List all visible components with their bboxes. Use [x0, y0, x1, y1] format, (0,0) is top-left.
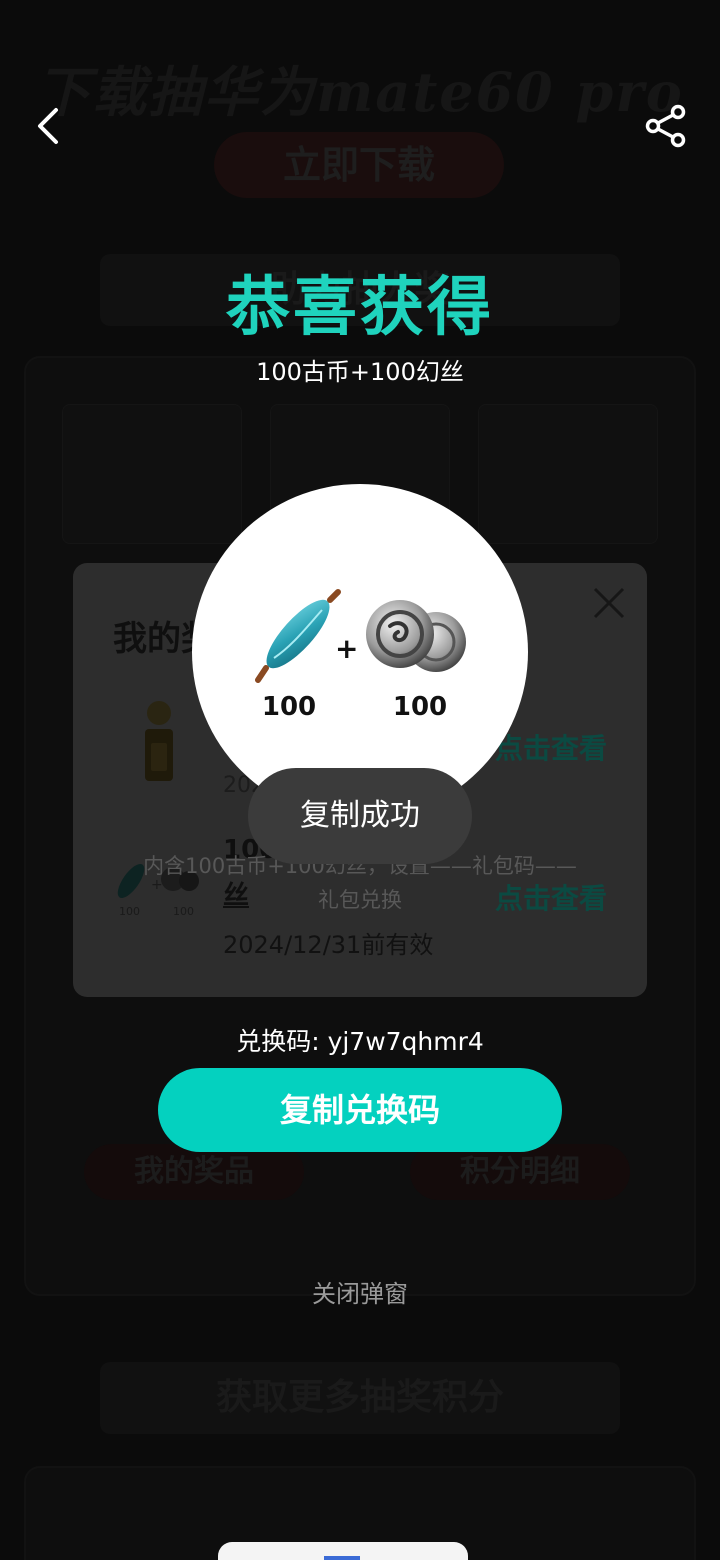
- reward-qty-silk: 100: [261, 692, 317, 722]
- sheet-handle: [324, 1556, 360, 1560]
- close-icon: [593, 587, 625, 619]
- copy-success-toast: 复制成功: [248, 768, 472, 864]
- bg-download-button: 立即下载: [214, 132, 504, 198]
- bg-prize-phone: [62, 404, 242, 544]
- bg-prize-headphones: [478, 404, 658, 544]
- coin-icon: [366, 600, 466, 672]
- bg-banner-title: 下载抽华为mate60 pro: [36, 60, 684, 124]
- bg-points-detail-button: 积分明细: [410, 1144, 630, 1200]
- redeem-code-value: yj7w7qhmr4: [327, 1027, 484, 1056]
- prize-item1-view-link[interactable]: 点击查看: [495, 727, 607, 767]
- close-dialog-link[interactable]: 关闭弹窗: [0, 1274, 720, 1309]
- bottom-sheet-peek: [218, 1542, 468, 1560]
- bg-section-more-title: 获取更多抽奖积分: [100, 1362, 620, 1434]
- chevron-left-icon: [38, 108, 58, 144]
- congrats-title: 恭喜获得: [226, 271, 494, 345]
- panel-close-button[interactable]: [591, 585, 627, 621]
- congrats-subtitle: 100古币+100幻丝: [256, 358, 464, 386]
- reward-plus-sign: +: [335, 632, 359, 665]
- screen: 下载抽华为mate60 pro 立即下载 助力抽大奖 我的奖品 积分明细 获取更…: [0, 0, 720, 1560]
- gift-description-line2: 礼包兑换: [318, 888, 402, 912]
- share-button[interactable]: [640, 100, 692, 152]
- redeem-code-label: 兑换码:: [236, 1027, 328, 1056]
- bg-my-prizes-button: 我的奖品: [84, 1144, 304, 1200]
- reward-qty-coin: 100: [392, 692, 448, 722]
- prize-thumb-figure: [135, 697, 183, 783]
- prize-item2-date: 2024/12/31前有效: [223, 931, 434, 959]
- copy-code-button[interactable]: 复制兑换码: [158, 1068, 562, 1152]
- silk-spindle-icon: [255, 589, 341, 683]
- redeem-code-row: 兑换码: yj7w7qhmr4: [0, 1022, 720, 1058]
- back-button[interactable]: [22, 100, 74, 152]
- share-icon: [645, 104, 686, 148]
